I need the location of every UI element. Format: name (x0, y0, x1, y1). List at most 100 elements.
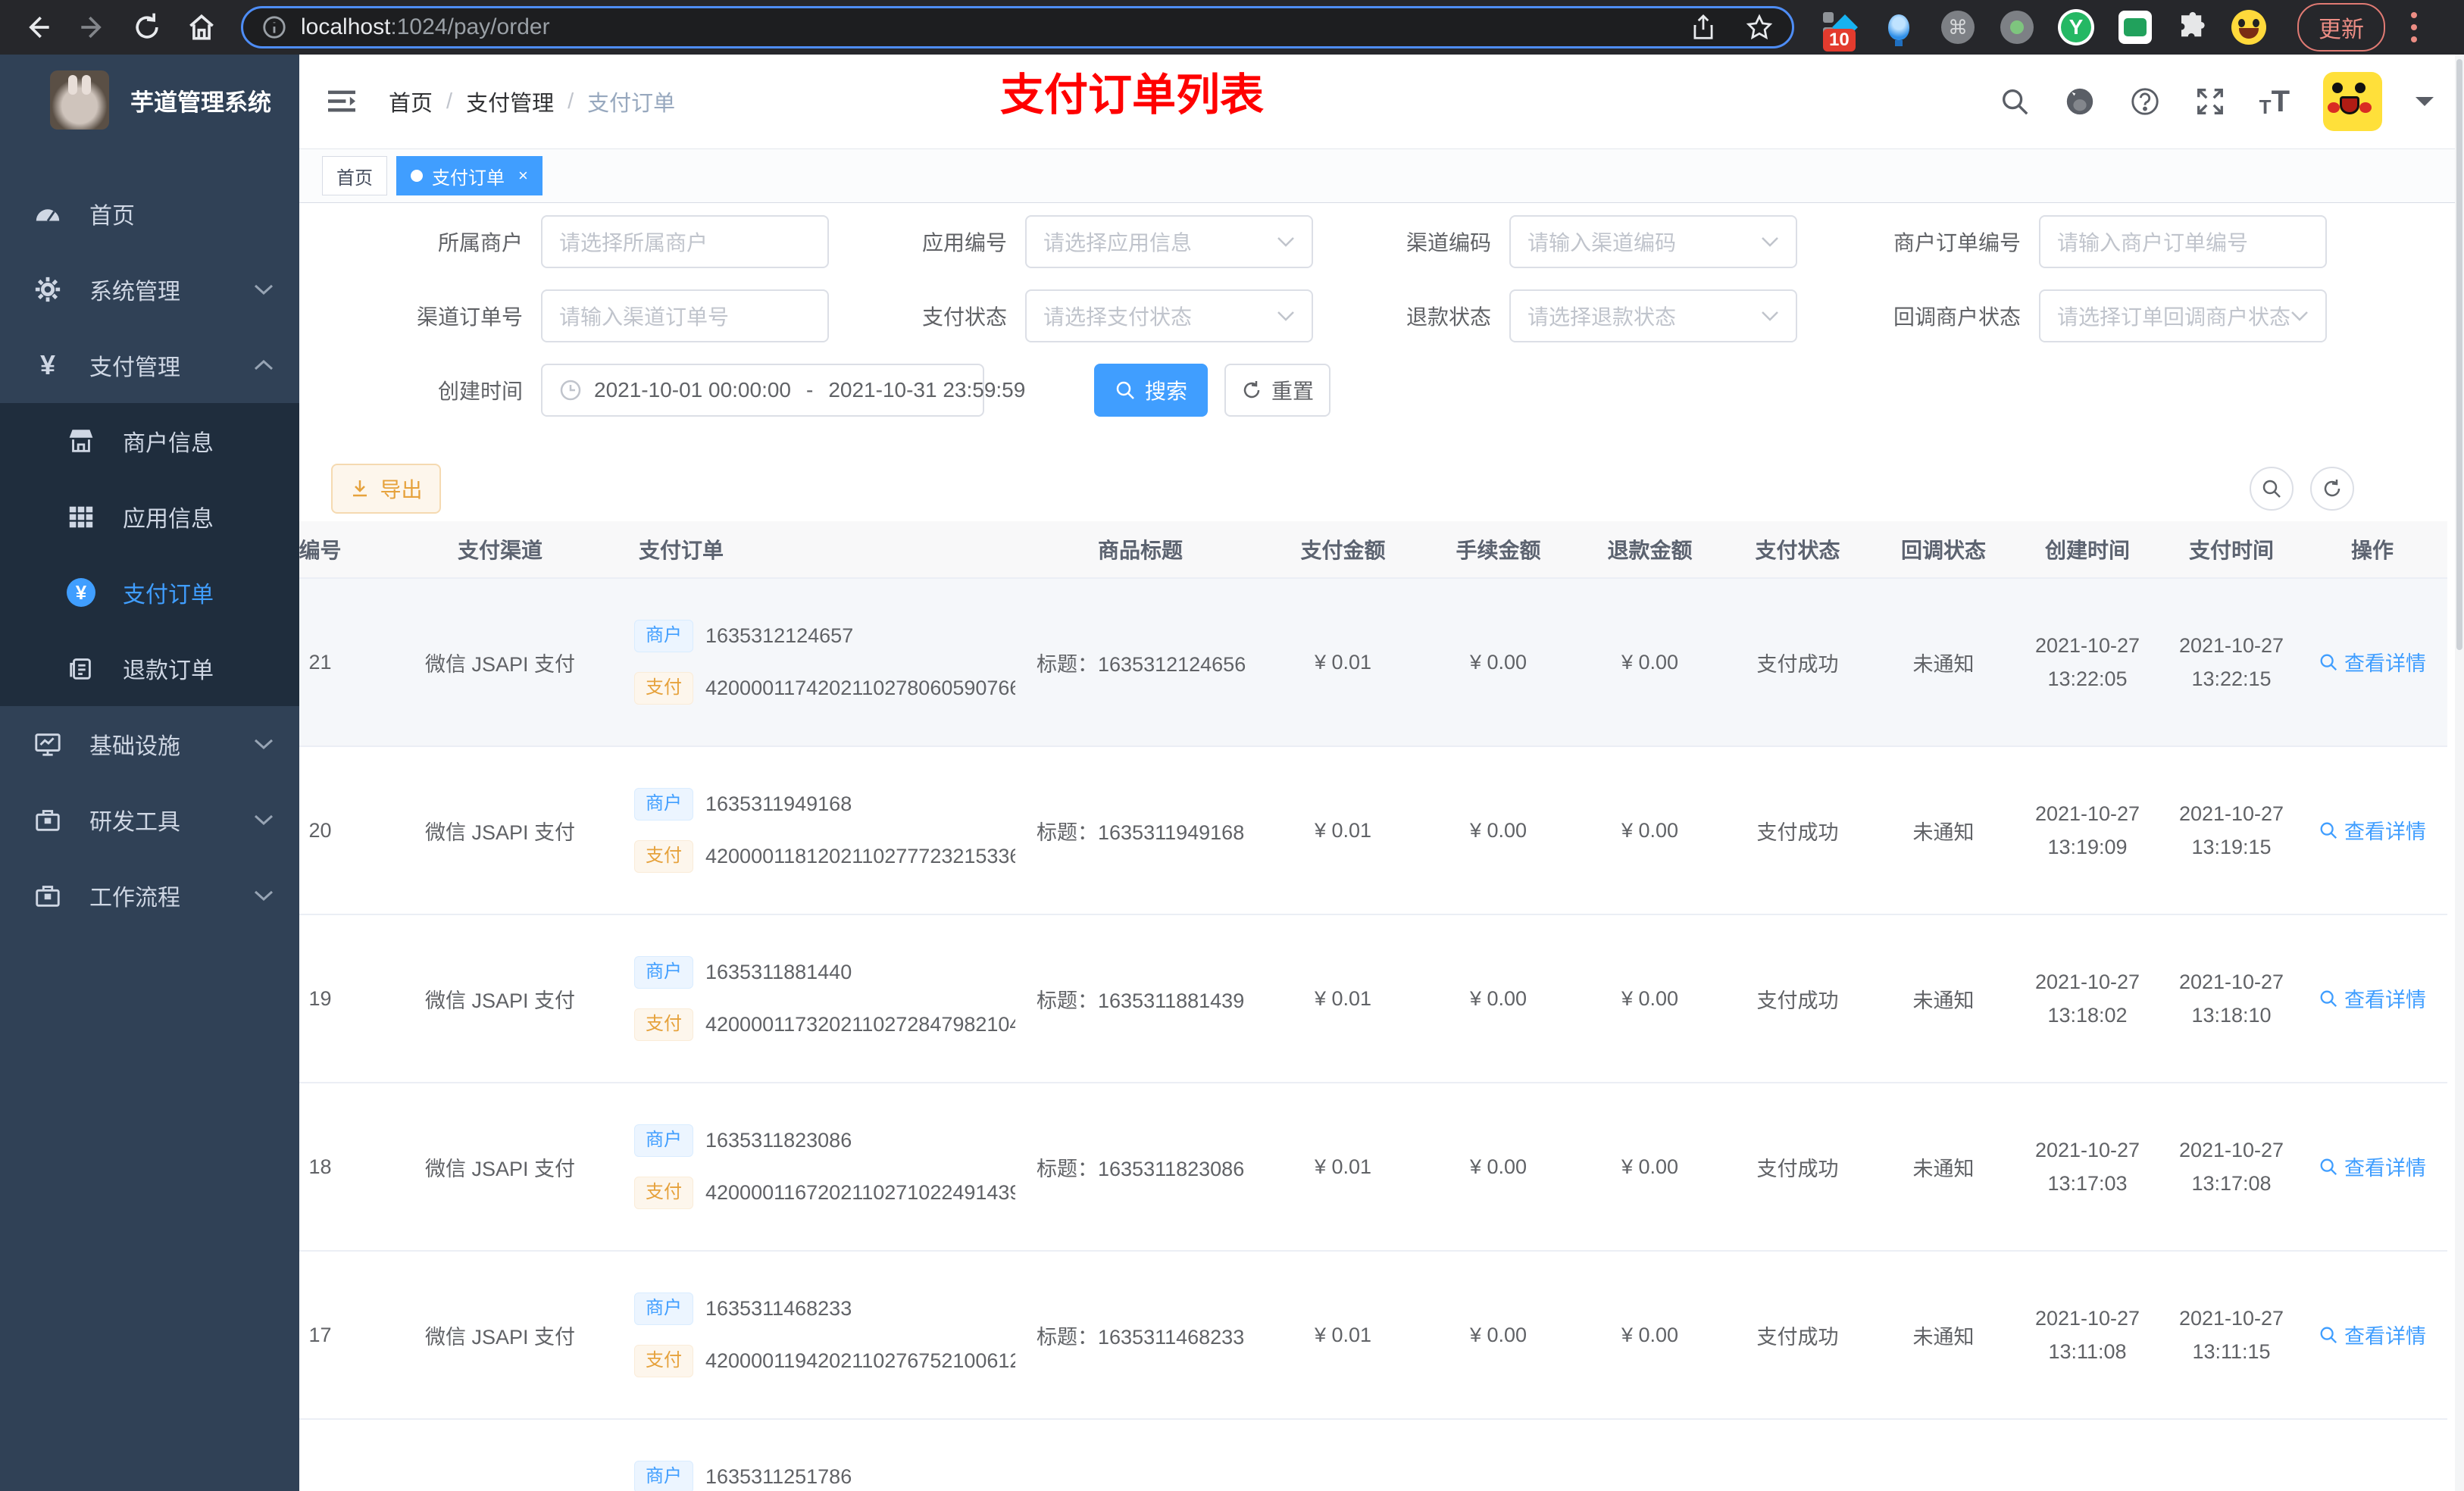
avatar-caret-icon[interactable] (2416, 97, 2434, 115)
search-button[interactable]: 搜索 (1094, 364, 1208, 417)
pay-tag: 支付 (634, 1177, 693, 1209)
sidebar-item-refund-order[interactable]: 退款订单 (0, 630, 299, 706)
notify-status-select[interactable]: 请选择订单回调商户状态 (2039, 289, 2327, 342)
pay-tag: 支付 (634, 840, 693, 873)
channel-order-no-input[interactable]: 请输入渠道订单号 (541, 289, 829, 342)
view-detail-link[interactable]: 查看详情 (2319, 1152, 2426, 1181)
sidebar-item-pay-order[interactable]: ¥ 支付订单 (0, 555, 299, 630)
cell-refund: ¥ 0.00 (1621, 986, 1679, 1010)
merchant-order-no: 1635311251786 (705, 1465, 852, 1489)
tab-pay-order[interactable]: 支付订单 × (396, 156, 543, 195)
browser-menu-icon[interactable] (2411, 12, 2419, 42)
cell-id: 21 (308, 650, 332, 674)
pay-order-no: 4200001174202110278060590766 (705, 676, 1015, 699)
cell-create-time: 2021-10-27 13:18:02 (2034, 971, 2140, 1027)
sidebar-item-system[interactable]: 系统管理 (0, 252, 299, 327)
sidebar-item-workflow[interactable]: 工作流程 (0, 858, 299, 933)
close-tab-icon[interactable]: × (518, 166, 528, 186)
extensions-row: 10 ⌘ Y 更新 (1821, 3, 2437, 52)
chevron-down-icon (2290, 311, 2309, 321)
col-header-channel: 支付渠道 (457, 539, 543, 562)
extension-diamond-icon[interactable]: 10 (1821, 9, 1858, 52)
cell-pay-order: 商户 1635311881440 支付 42000011732021102728… (618, 956, 1015, 1041)
cell-refund: ¥ 0.00 (1621, 650, 1679, 674)
channel-code-select[interactable]: 请输入渠道编码 (1509, 215, 1797, 268)
cell-pay-status: 支付成功 (1756, 652, 1839, 676)
back-icon[interactable] (21, 11, 55, 44)
pay-tag: 支付 (634, 1008, 693, 1041)
magnifier-icon (2319, 1157, 2338, 1177)
breadcrumb-payment[interactable]: 支付管理 (466, 86, 554, 117)
search-icon[interactable] (1999, 86, 2031, 117)
extension-command-icon[interactable]: ⌘ (1940, 9, 1976, 45)
scrollbar-thumb[interactable] (2456, 59, 2462, 650)
merchant-order-no-input[interactable]: 请输入商户订单编号 (2039, 215, 2327, 268)
pay-status-select[interactable]: 请选择支付状态 (1025, 289, 1313, 342)
url-bar[interactable]: localhost:1024/pay/order (241, 6, 1794, 48)
table-header: 编号 支付渠道 支付订单 商品标题 支付金额 手续金额 退款金额 支付状态 回调… (299, 521, 2447, 579)
filter-notify-status: 回调商户状态 请选择订单回调商户状态 (1862, 289, 2327, 342)
view-detail-link[interactable]: 查看详情 (2319, 815, 2426, 845)
col-header-refund: 退款金额 (1607, 539, 1693, 562)
browser-update-button[interactable]: 更新 (2297, 3, 2385, 52)
reload-icon[interactable] (130, 11, 164, 44)
font-size-icon[interactable]: TT (2259, 86, 2290, 117)
view-detail-link[interactable]: 查看详情 (2319, 1488, 2426, 1491)
cell-fee: ¥ 0.00 (1469, 986, 1527, 1010)
cell-amount: ¥ 0.01 (1314, 650, 1372, 674)
view-detail-link[interactable]: 查看详情 (2319, 983, 2426, 1013)
page-scrollbar[interactable] (2455, 55, 2464, 1491)
app-select[interactable]: 请选择应用信息 (1025, 215, 1313, 268)
pay-order-no: 4200001194202110276752100612 (705, 1349, 1015, 1372)
sidebar-menu: 首页 系统管理 ¥ 支付管理 商户信息 应用信息 ¥ 支付订单 退款订单 基础设… (0, 176, 299, 933)
forward-icon[interactable] (76, 11, 109, 44)
sidebar-item-payment[interactable]: ¥ 支付管理 (0, 327, 299, 403)
merchant-tag: 商户 (634, 956, 693, 989)
sidebar-item-app-info[interactable]: 应用信息 (0, 479, 299, 555)
sidebar-item-home[interactable]: 首页 (0, 176, 299, 252)
avatar[interactable] (2323, 72, 2382, 131)
sidebar-item-merchant-info[interactable]: 商户信息 (0, 403, 299, 479)
reset-button[interactable]: 重置 (1224, 364, 1330, 417)
cell-title: 标题：1635311468233 (1037, 1325, 1245, 1349)
date-range-input[interactable]: 2021-10-01 00:00:00 - 2021-10-31 23:59:5… (541, 364, 1025, 417)
sidebar-item-infrastructure[interactable]: 基础设施 (0, 706, 299, 782)
extension-record-icon[interactable] (1999, 9, 2035, 45)
sidebar-item-dev-tools[interactable]: 研发工具 (0, 782, 299, 858)
view-detail-link[interactable]: 查看详情 (2319, 647, 2426, 677)
share-icon[interactable] (1689, 13, 1718, 42)
dashboard-icon (33, 199, 62, 228)
view-detail-link[interactable]: 查看详情 (2319, 1320, 2426, 1349)
toolbox-icon (33, 805, 62, 834)
extension-chat-icon[interactable] (2117, 9, 2153, 45)
extensions-puzzle-icon[interactable] (2176, 11, 2208, 43)
toggle-search-button[interactable] (2250, 467, 2294, 511)
extension-balloon-icon[interactable] (1881, 9, 1917, 45)
page-annotation: 支付订单列表 (1000, 70, 1265, 120)
export-button[interactable]: 导出 (331, 464, 441, 514)
refresh-table-button[interactable] (2310, 467, 2354, 511)
tab-home[interactable]: 首页 (322, 156, 387, 195)
extension-emoji-icon[interactable] (2231, 9, 2267, 45)
chevron-down-icon (254, 738, 274, 750)
cell-id: 17 (308, 1323, 332, 1346)
merchant-select[interactable]: 请选择所属商户 (541, 215, 829, 268)
github-icon[interactable] (2064, 86, 2096, 117)
extension-y-icon[interactable]: Y (2058, 9, 2094, 45)
sidebar-toggle-icon[interactable] (327, 88, 357, 115)
refund-status-select[interactable]: 请选择退款状态 (1509, 289, 1797, 342)
site-info-icon[interactable] (261, 14, 287, 40)
home-icon[interactable] (185, 11, 218, 44)
cell-id: 19 (308, 986, 332, 1010)
fullscreen-icon[interactable] (2194, 86, 2226, 117)
help-icon[interactable] (2129, 86, 2161, 117)
table-row: 21 微信 JSAPI 支付 商户 1635312124657 支付 42000… (299, 579, 2447, 747)
filter-create-time: 创建时间 2021-10-01 00:00:00 - 2021-10-31 23… (394, 364, 1025, 417)
magnifier-icon (1115, 380, 1136, 401)
breadcrumb-home[interactable]: 首页 (389, 86, 433, 117)
cell-create-time: 2021-10-27 13:17:03 (2034, 1139, 2140, 1195)
merchant-order-no: 1635311949168 (705, 792, 852, 816)
bookmark-star-icon[interactable] (1745, 13, 1774, 42)
col-header-title: 商品标题 (1097, 539, 1183, 562)
col-header-pay-order: 支付订单 (639, 539, 724, 562)
